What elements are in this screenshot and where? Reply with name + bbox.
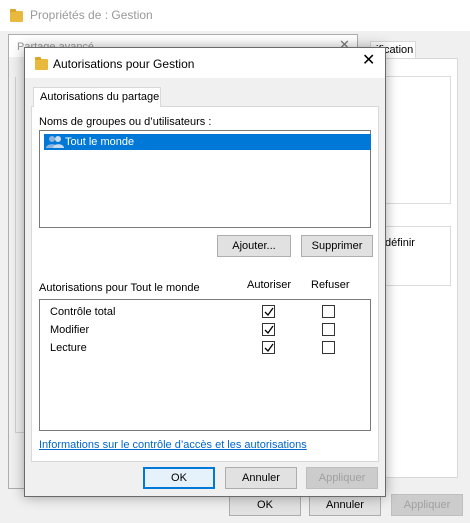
permission-row-read: Lecture <box>40 339 370 357</box>
properties-apply-button[interactable]: Appliquer <box>391 494 463 516</box>
groups-listbox[interactable]: Tout le monde <box>39 130 371 228</box>
close-icon[interactable]: ✕ <box>362 53 375 69</box>
permission-row-modify: Modifier <box>40 321 370 339</box>
deny-checkbox[interactable] <box>322 323 335 336</box>
dialog-title: Autorisations pour Gestion <box>53 57 195 71</box>
permissions-list: Contrôle total Modifier Lecture <box>39 299 371 431</box>
ok-button[interactable]: OK <box>143 467 215 489</box>
checkmark-icon <box>264 325 274 335</box>
tab-share-permissions[interactable]: Autorisations du partage <box>33 87 161 107</box>
definir-text: définir <box>385 237 415 249</box>
users-group-icon <box>46 136 64 148</box>
dialog-titlebar: Autorisations pour Gestion ✕ <box>25 48 385 78</box>
deny-checkbox[interactable] <box>322 305 335 318</box>
deny-checkbox[interactable] <box>322 341 335 354</box>
checkmark-icon <box>264 343 274 353</box>
folder-icon <box>10 9 23 22</box>
permission-label: Modifier <box>50 324 90 336</box>
column-allow: Autoriser <box>247 279 292 291</box>
properties-groupbox <box>385 226 451 286</box>
allow-checkbox[interactable] <box>262 341 275 354</box>
properties-ok-button[interactable]: OK <box>229 494 301 516</box>
groups-label: Noms de groupes ou d’utilisateurs : <box>39 116 212 128</box>
permission-label: Contrôle total <box>50 306 116 318</box>
properties-title: Propriétés de : Gestion <box>30 8 153 22</box>
permission-row-full-control: Contrôle total <box>40 303 370 321</box>
permissions-dialog: Autorisations pour Gestion ✕ Autorisatio… <box>24 47 386 497</box>
permissions-header: Autorisations pour Tout le monde <box>39 282 200 294</box>
allow-checkbox[interactable] <box>262 323 275 336</box>
apply-button[interactable]: Appliquer <box>306 467 378 489</box>
properties-titlebar: Propriétés de : Gestion <box>0 0 470 31</box>
list-item[interactable]: Tout le monde <box>44 134 371 150</box>
checkmark-icon <box>264 307 274 317</box>
permission-label: Lecture <box>50 342 87 354</box>
folder-icon <box>35 57 48 70</box>
group-name: Tout le monde <box>65 136 135 148</box>
column-deny: Refuser <box>311 279 350 291</box>
cancel-button[interactable]: Annuler <box>225 467 297 489</box>
access-control-info-link[interactable]: Informations sur le contrôle d’accès et … <box>39 439 307 451</box>
properties-cancel-button[interactable]: Annuler <box>309 494 381 516</box>
properties-groupbox <box>385 76 451 204</box>
add-button[interactable]: Ajouter... <box>217 235 291 257</box>
allow-checkbox[interactable] <box>262 305 275 318</box>
remove-button[interactable]: Supprimer <box>301 235 373 257</box>
